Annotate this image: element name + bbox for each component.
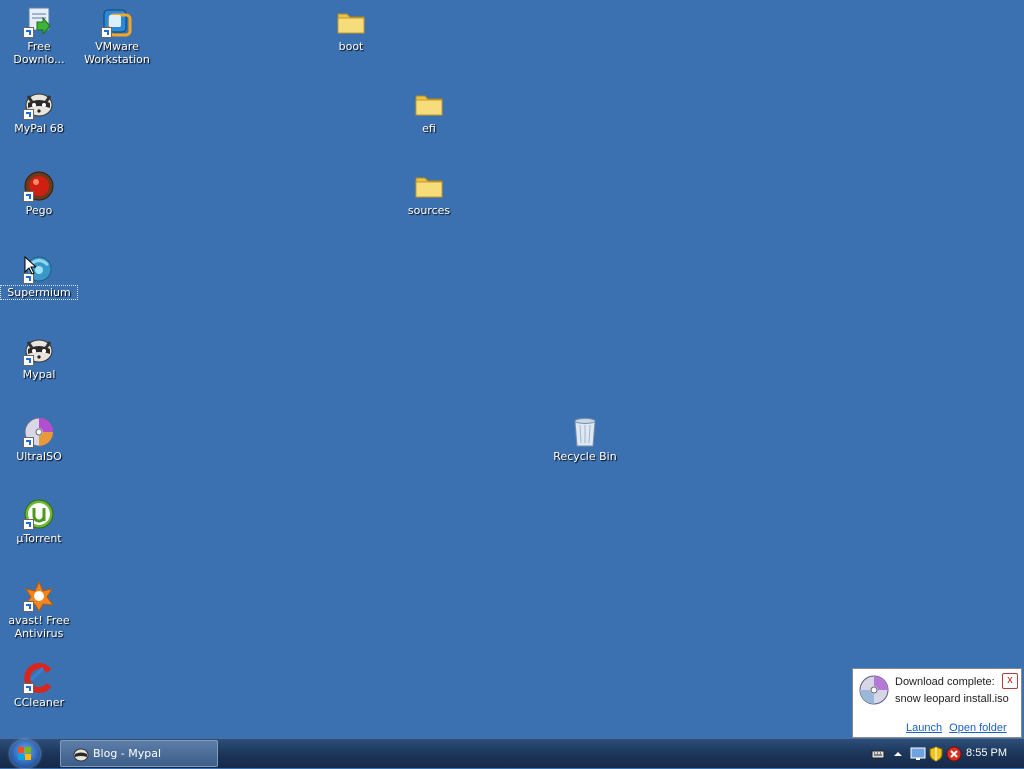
shortcut-arrow-icon: [23, 683, 34, 694]
raccoon-icon: [73, 746, 89, 762]
shortcut-arrow-icon: [23, 519, 34, 530]
disc-icon: [858, 674, 890, 706]
icon-label: UltraISO: [16, 450, 62, 463]
close-button[interactable]: x: [1002, 673, 1018, 689]
notification-line-1: Download complete:: [895, 676, 995, 688]
vmware-icon: [101, 6, 133, 38]
clock[interactable]: 8:55 PM: [966, 747, 1007, 759]
folder-icon: [413, 88, 445, 120]
windows-logo-icon: [18, 747, 32, 761]
raccoon-icon: [23, 88, 55, 120]
shortcut-arrow-icon: [23, 601, 34, 612]
ccleaner-shortcut[interactable]: CCleaner: [1, 660, 77, 734]
folder-icon: [335, 6, 367, 38]
shortcut-arrow-icon: [23, 109, 34, 120]
folder-icon: [413, 170, 445, 202]
shortcut-arrow-icon: [23, 191, 34, 202]
utorrent-shortcut[interactable]: µTorrent: [1, 496, 77, 570]
icon-label: Recycle Bin: [553, 450, 617, 463]
vmware-workstation-shortcut[interactable]: VMware Workstation: [79, 4, 155, 78]
taskbar-window-title: Blog - Mypal: [93, 747, 162, 760]
open-folder-link[interactable]: Open folder: [949, 722, 1006, 734]
pego-icon: [23, 170, 55, 202]
notification-filename: snow leopard install.iso: [895, 693, 1009, 705]
ultraiso-shortcut[interactable]: UltraISO: [1, 414, 77, 488]
shortcut-arrow-icon: [23, 27, 34, 38]
avast-icon: [23, 580, 55, 613]
free-download-manager-shortcut[interactable]: Free Downlo...: [1, 4, 77, 78]
mypal68-shortcut[interactable]: MyPal 68: [1, 86, 77, 160]
icon-label: Supermium: [0, 285, 78, 300]
sources-folder[interactable]: sources: [391, 168, 467, 242]
icon-label: MyPal 68: [14, 122, 64, 135]
icon-label: Pego: [25, 204, 53, 217]
icon-label: Free Downlo...: [13, 40, 65, 66]
shortcut-arrow-icon: [23, 355, 34, 366]
mouse-cursor-icon: [24, 255, 38, 279]
system-tray: 8:55 PM: [864, 739, 1024, 769]
taskbar-window-button[interactable]: Blog - Mypal: [60, 740, 218, 767]
show-hidden-icons-icon[interactable]: [890, 746, 906, 762]
icon-label: VMware Workstation: [84, 40, 150, 66]
notification-links: Launch Open folder: [906, 722, 1011, 734]
disc-icon: [23, 416, 55, 448]
volume-muted-icon[interactable]: [946, 746, 962, 762]
efi-folder[interactable]: efi: [391, 86, 467, 160]
icon-label: efi: [422, 122, 436, 135]
taskbar: Blog - Mypal 8:55 PM: [0, 738, 1024, 768]
shortcut-arrow-icon: [23, 437, 34, 448]
icon-label: boot: [338, 40, 364, 53]
pego-shortcut[interactable]: Pego: [1, 168, 77, 242]
utorrent-icon: [23, 498, 55, 530]
icon-label: sources: [407, 204, 451, 217]
boot-folder[interactable]: boot: [313, 4, 389, 78]
icon-label: Mypal: [22, 368, 56, 381]
mypal-shortcut[interactable]: Mypal: [1, 332, 77, 406]
free-download-manager-icon: [23, 6, 55, 38]
recycle-bin[interactable]: Recycle Bin: [547, 414, 623, 488]
notification-message: Download complete: snow leopard install.…: [895, 674, 1009, 708]
icon-label: CCleaner: [13, 696, 65, 709]
network-icon[interactable]: [910, 746, 926, 762]
download-complete-notification: Download complete: snow leopard install.…: [852, 668, 1022, 738]
ccleaner-icon: [23, 662, 55, 694]
start-button[interactable]: [10, 740, 40, 768]
icon-label: avast! Free Antivirus: [8, 614, 70, 640]
raccoon-icon: [23, 334, 55, 366]
desktop: Free Downlo... VMware Workstation boot M…: [0, 0, 1024, 738]
icon-label: µTorrent: [16, 532, 62, 545]
shortcut-arrow-icon: [101, 27, 112, 38]
security-shield-icon[interactable]: [928, 746, 944, 762]
recycle-bin-icon: [569, 416, 601, 448]
keyboard-icon[interactable]: [870, 746, 886, 762]
supermium-shortcut[interactable]: Supermium: [0, 250, 78, 324]
avast-shortcut[interactable]: avast! Free Antivirus: [1, 578, 77, 652]
launch-link[interactable]: Launch: [906, 722, 942, 734]
